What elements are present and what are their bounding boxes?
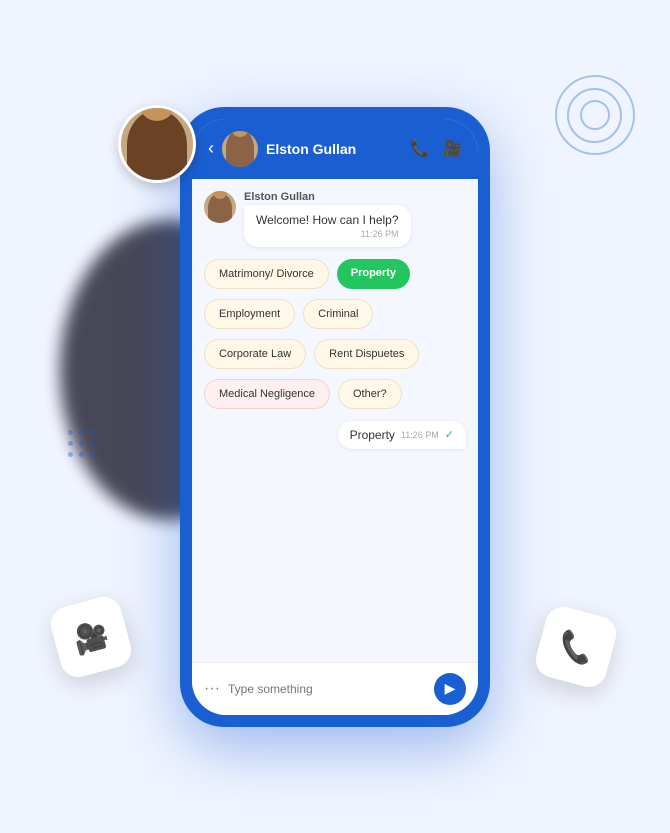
sent-message-row: Property 11:26 PM ✓: [204, 421, 466, 449]
dot: [68, 441, 73, 446]
phone-frame: ‹ Elston Gullan 📞 🎥 Elst: [180, 107, 490, 727]
chips-row-1: Matrimony/ Divorce Property: [204, 259, 466, 289]
chips-row-2: Employment Criminal: [204, 299, 466, 329]
chips-row-3: Corporate Law Rent Dispuetes: [204, 339, 466, 369]
chip-matrimony[interactable]: Matrimony/ Divorce: [204, 259, 329, 289]
chips-row-4: Medical Negligence Other?: [204, 379, 466, 409]
scene: ‹ Elston Gullan 📞 🎥 Elst: [0, 0, 670, 833]
chip-medical[interactable]: Medical Negligence: [204, 379, 330, 409]
chips-area: Matrimony/ Divorce Property Employment C…: [204, 255, 466, 413]
header-avatar: [222, 131, 258, 167]
chip-corporate[interactable]: Corporate Law: [204, 339, 306, 369]
dots-decoration: [68, 430, 95, 457]
phone-screen: ‹ Elston Gullan 📞 🎥 Elst: [192, 119, 478, 715]
chip-criminal[interactable]: Criminal: [303, 299, 373, 329]
float-video-card[interactable]: 🎥: [47, 593, 135, 681]
sent-time: 11:26 PM: [401, 430, 439, 440]
chip-employment[interactable]: Employment: [204, 299, 295, 329]
received-message: Elston Gullan Welcome! How can I help? 1…: [204, 191, 466, 247]
dot: [90, 452, 95, 457]
chat-input-area: ··· ▶: [192, 662, 478, 715]
dot: [90, 430, 95, 435]
back-button[interactable]: ‹: [208, 138, 214, 159]
send-button[interactable]: ▶: [434, 673, 466, 705]
chip-property[interactable]: Property: [337, 259, 410, 289]
chip-rent[interactable]: Rent Dispuetes: [314, 339, 419, 369]
float-phone-icon: 📞: [555, 627, 597, 668]
avatar-body: [127, 110, 187, 180]
header-icons: 📞 🎥: [410, 139, 462, 159]
dot: [90, 441, 95, 446]
message-text: Welcome! How can I help?: [256, 213, 399, 227]
send-icon: ▶: [445, 680, 456, 697]
float-phone-card[interactable]: 📞: [532, 603, 620, 691]
video-icon[interactable]: 🎥: [442, 139, 462, 159]
message-time: 11:26 PM: [256, 229, 399, 239]
float-video-icon: 🎥: [70, 617, 112, 658]
sender-name: Elston Gullan: [244, 191, 411, 203]
dot: [79, 452, 84, 457]
ring-3: [555, 75, 635, 155]
more-options-icon[interactable]: ···: [204, 680, 220, 698]
msg-avatar-inner: [208, 193, 232, 223]
sent-text: Property: [350, 428, 395, 442]
message-bubble: Welcome! How can I help? 11:26 PM: [244, 205, 411, 247]
sent-bubble: Property 11:26 PM ✓: [338, 421, 466, 449]
avatar-person: [226, 131, 254, 167]
large-avatar: [118, 105, 196, 183]
message-content: Elston Gullan Welcome! How can I help? 1…: [244, 191, 411, 247]
message-avatar: [204, 191, 236, 223]
chat-body: Elston Gullan Welcome! How can I help? 1…: [192, 179, 478, 662]
header-username: Elston Gullan: [266, 141, 402, 157]
dot: [68, 430, 73, 435]
chat-header: ‹ Elston Gullan 📞 🎥: [192, 119, 478, 179]
dot: [68, 452, 73, 457]
message-input[interactable]: [228, 682, 426, 696]
chip-other[interactable]: Other?: [338, 379, 402, 409]
checkmark-icon: ✓: [445, 428, 454, 441]
dot: [79, 430, 84, 435]
dot: [79, 441, 84, 446]
phone-icon[interactable]: 📞: [410, 139, 430, 159]
